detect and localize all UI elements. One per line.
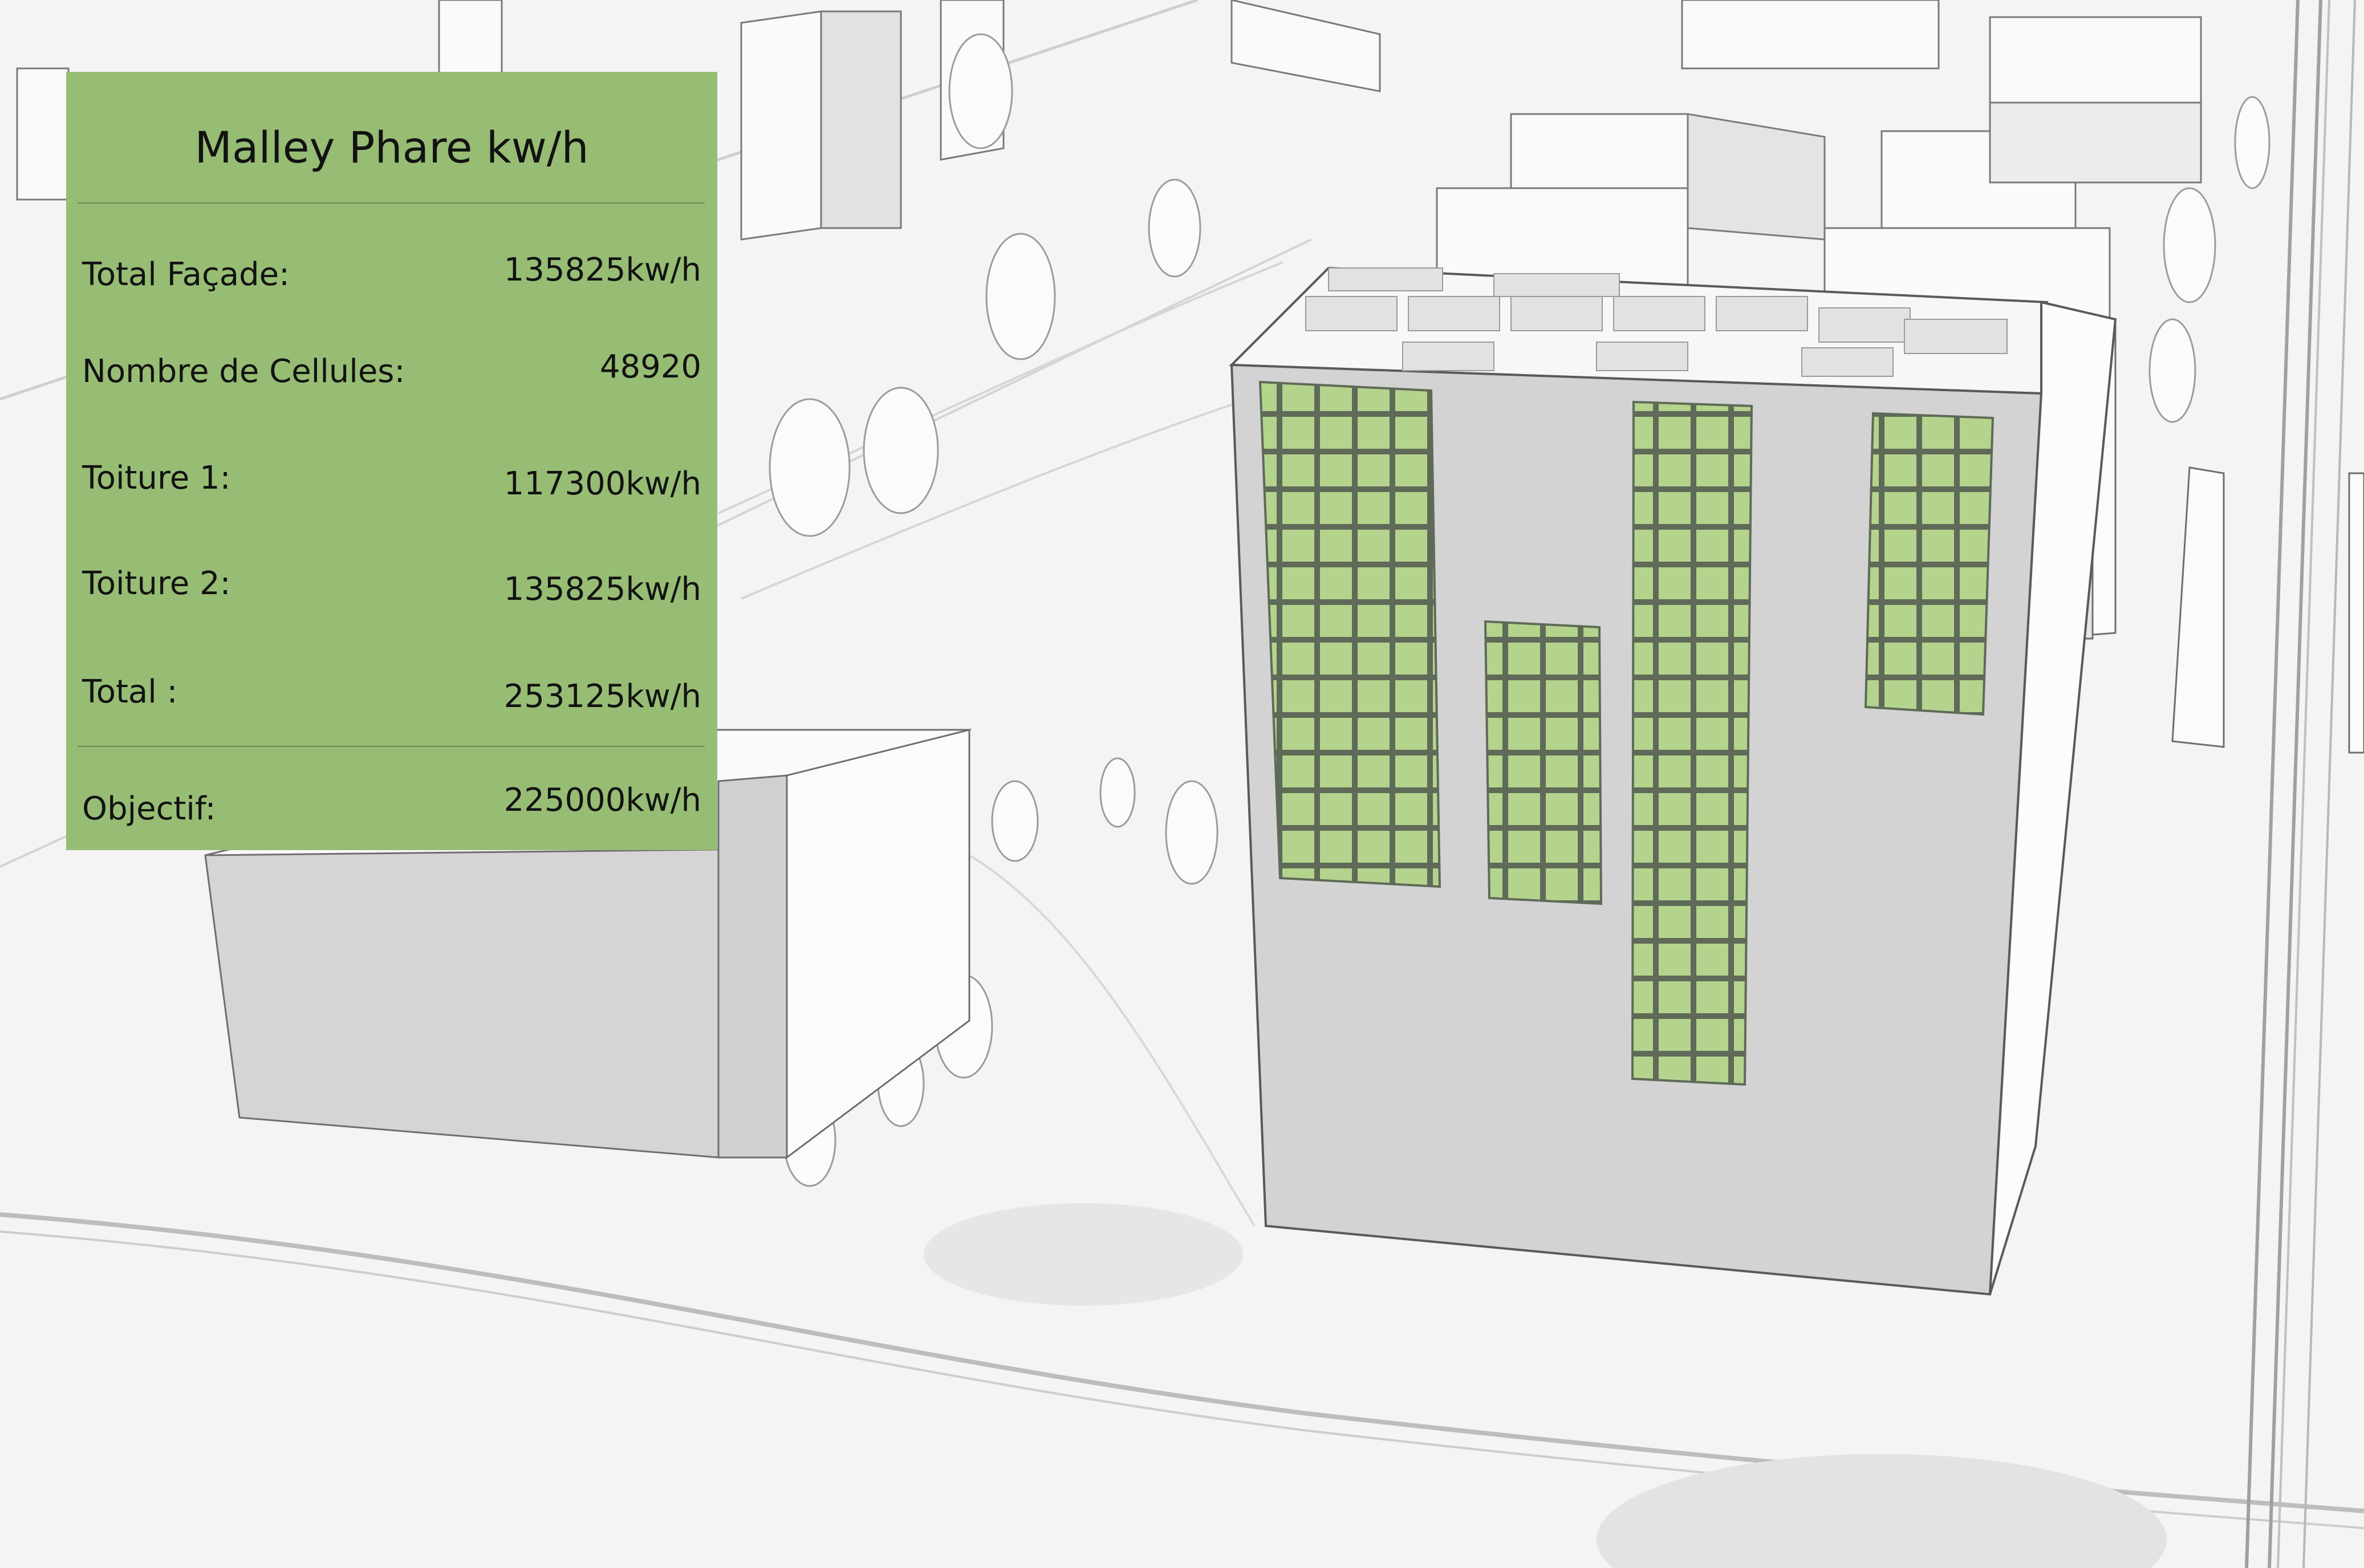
divider (78, 202, 705, 204)
divider (78, 746, 705, 747)
solar-array-4 (1864, 412, 1995, 716)
panel-title: Malley Phare kw/h (194, 122, 589, 173)
row-label-roof-2: Toiture 2: (82, 565, 231, 602)
row-value-total-facade: 135825kw/h (503, 251, 701, 289)
row-label-roof-1: Toiture 1: (82, 460, 231, 497)
solar-array-3 (1631, 400, 1753, 1086)
goal-value: 225000kw/h (503, 782, 701, 819)
shadow-patch (924, 1203, 1243, 1306)
row-label-total: Total : (82, 673, 178, 710)
row-value-roof-1: 117300kw/h (503, 465, 701, 502)
solar-array-2 (1484, 620, 1603, 905)
row-value-total: 253125kw/h (503, 678, 701, 715)
energy-info-panel: Malley Phare kw/h Total Façade: 135825kw… (66, 72, 717, 850)
row-label-total-facade: Total Façade: (82, 256, 290, 293)
row-label-cell-count: Nombre de Cellules: (82, 353, 405, 390)
row-value-cell-count: 48920 (599, 348, 701, 385)
goal-label: Objectif: (82, 790, 216, 827)
solar-array-1 (1258, 380, 1441, 888)
row-value-roof-2: 135825kw/h (503, 571, 701, 608)
